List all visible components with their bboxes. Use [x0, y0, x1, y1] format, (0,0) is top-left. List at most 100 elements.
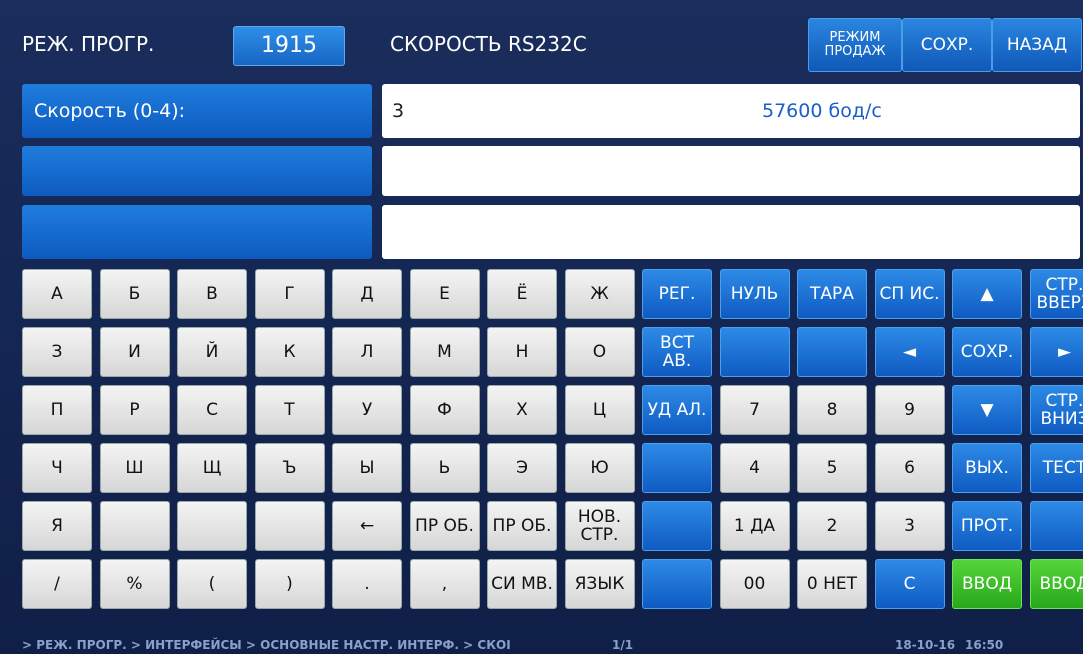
key-r0-c0[interactable]: А [22, 269, 92, 319]
key-r2-c5[interactable]: Ф [409, 385, 480, 435]
key-r3-c1[interactable]: Ш [99, 443, 170, 493]
key-r1-c1[interactable]: И [99, 327, 170, 377]
key-r1-c2[interactable]: Й [177, 327, 247, 377]
speed-extra: 57600 бод/с [762, 100, 882, 122]
field-label-3 [22, 205, 372, 259]
key-r2-c1[interactable]: Р [99, 385, 170, 435]
sale-mode-button[interactable]: РЕЖИМ ПРОДАЖ [808, 18, 902, 72]
key-r1-c13[interactable]: ► [1029, 327, 1083, 377]
key-r4-c3[interactable] [254, 501, 325, 551]
key-r4-c11[interactable]: 3 [874, 501, 945, 551]
field-label-speed: Скорость (0-4): [22, 84, 372, 138]
key-r3-c8[interactable] [642, 443, 712, 493]
key-r5-c12[interactable]: ВВОД [952, 559, 1022, 609]
key-r4-c2[interactable] [177, 501, 247, 551]
key-r5-c13[interactable]: ВВОД [1029, 559, 1083, 609]
field-value-speed[interactable]: 3 57600 бод/с [382, 84, 1080, 138]
key-r5-c4[interactable]: . [332, 559, 402, 609]
key-r5-c8[interactable] [642, 559, 712, 609]
key-r1-c3[interactable]: К [254, 327, 325, 377]
program-code[interactable]: 1915 [233, 26, 345, 66]
key-r0-c13[interactable]: СТР. ВВЕРХ [1029, 269, 1083, 319]
key-r5-c0[interactable]: / [22, 559, 92, 609]
save-button[interactable]: СОХР. [902, 18, 992, 72]
key-r3-c11[interactable]: 6 [874, 443, 945, 493]
status-time: 16:50 [965, 638, 1004, 652]
key-r0-c2[interactable]: В [177, 269, 247, 319]
key-r4-c7[interactable]: НОВ. СТР. [564, 501, 635, 551]
key-r0-c6[interactable]: Ё [487, 269, 557, 319]
field-value-3[interactable] [382, 205, 1080, 259]
key-r5-c3[interactable]: ) [254, 559, 325, 609]
key-r1-c8[interactable]: ВСТ АВ. [642, 327, 712, 377]
key-r1-c11[interactable]: ◄ [874, 327, 945, 377]
breadcrumb: > РЕЖ. ПРОГР. > ИНТЕРФЕЙСЫ > ОСНОВНЫЕ НА… [22, 638, 511, 652]
back-button[interactable]: НАЗАД [992, 18, 1082, 72]
key-r4-c10[interactable]: 2 [797, 501, 867, 551]
key-r4-c13[interactable] [1029, 501, 1083, 551]
field-value-2[interactable] [382, 146, 1080, 196]
field-label-2 [22, 146, 372, 196]
key-r5-c10[interactable]: 0 НЕТ [797, 559, 867, 609]
key-r3-c5[interactable]: Ь [409, 443, 480, 493]
key-r2-c0[interactable]: П [22, 385, 92, 435]
key-r3-c10[interactable]: 5 [797, 443, 867, 493]
key-r3-c3[interactable]: Ъ [254, 443, 325, 493]
key-r3-c0[interactable]: Ч [22, 443, 92, 493]
key-r0-c12[interactable]: ▲ [952, 269, 1022, 319]
key-r1-c9[interactable] [719, 327, 790, 377]
key-r3-c4[interactable]: Ы [332, 443, 402, 493]
key-r0-c11[interactable]: СП ИС. [874, 269, 945, 319]
key-r4-c4[interactable]: ← [332, 501, 402, 551]
key-r5-c7[interactable]: ЯЗЫК [564, 559, 635, 609]
key-r1-c7[interactable]: О [564, 327, 635, 377]
speed-value: 3 [392, 100, 405, 122]
key-r2-c9[interactable]: 7 [719, 385, 790, 435]
key-r2-c7[interactable]: Ц [564, 385, 635, 435]
key-r0-c4[interactable]: Д [332, 269, 402, 319]
key-r2-c4[interactable]: У [332, 385, 402, 435]
key-r0-c9[interactable]: НУЛЬ [719, 269, 790, 319]
key-r1-c5[interactable]: М [409, 327, 480, 377]
key-r3-c7[interactable]: Ю [564, 443, 635, 493]
key-r4-c1[interactable] [99, 501, 170, 551]
key-r1-c10[interactable] [797, 327, 867, 377]
key-r0-c5[interactable]: Е [409, 269, 480, 319]
key-r1-c4[interactable]: Л [332, 327, 402, 377]
key-r5-c6[interactable]: СИ МВ. [487, 559, 557, 609]
key-r2-c13[interactable]: СТР. ВНИЗ [1029, 385, 1083, 435]
key-r4-c9[interactable]: 1 ДА [719, 501, 790, 551]
key-r4-c8[interactable] [642, 501, 712, 551]
page-title: СКОРОСТЬ RS232C [390, 32, 587, 56]
key-r1-c0[interactable]: З [22, 327, 92, 377]
key-r4-c6[interactable]: ПР ОБ. [487, 501, 557, 551]
key-r2-c12[interactable]: ▼ [952, 385, 1022, 435]
key-r3-c13[interactable]: ТЕСТ [1029, 443, 1083, 493]
key-r3-c6[interactable]: Э [487, 443, 557, 493]
key-r1-c12[interactable]: СОХР. [952, 327, 1022, 377]
key-r2-c6[interactable]: Х [487, 385, 557, 435]
key-r2-c11[interactable]: 9 [874, 385, 945, 435]
key-r3-c12[interactable]: ВЫХ. [952, 443, 1022, 493]
key-r2-c2[interactable]: С [177, 385, 247, 435]
key-r5-c5[interactable]: , [409, 559, 480, 609]
key-r5-c11[interactable]: С [874, 559, 945, 609]
key-r0-c7[interactable]: Ж [564, 269, 635, 319]
key-r5-c1[interactable]: % [99, 559, 170, 609]
key-r5-c2[interactable]: ( [177, 559, 247, 609]
key-r4-c12[interactable]: ПРОТ. [952, 501, 1022, 551]
key-r5-c9[interactable]: 00 [719, 559, 790, 609]
status-date: 18-10-16 [895, 638, 956, 652]
key-r0-c1[interactable]: Б [99, 269, 170, 319]
key-r0-c10[interactable]: ТАРА [797, 269, 867, 319]
key-r3-c2[interactable]: Щ [177, 443, 247, 493]
key-r4-c5[interactable]: ПР ОБ. [409, 501, 480, 551]
key-r0-c3[interactable]: Г [254, 269, 325, 319]
key-r2-c3[interactable]: Т [254, 385, 325, 435]
key-r1-c6[interactable]: Н [487, 327, 557, 377]
key-r0-c8[interactable]: РЕГ. [642, 269, 712, 319]
key-r2-c10[interactable]: 8 [797, 385, 867, 435]
key-r2-c8[interactable]: УД АЛ. [642, 385, 712, 435]
key-r3-c9[interactable]: 4 [719, 443, 790, 493]
key-r4-c0[interactable]: Я [22, 501, 92, 551]
